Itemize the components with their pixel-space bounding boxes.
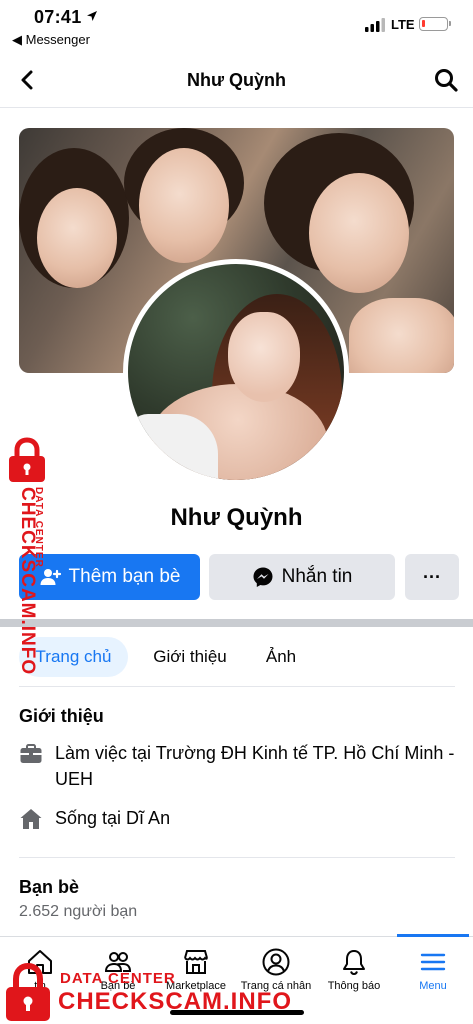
profile-icon <box>262 948 290 976</box>
watermark-side: CHECKSCAM.INFO DATA CENTER <box>2 437 52 675</box>
tabbar-label: Menu <box>419 980 447 992</box>
more-options-button[interactable]: ··· <box>405 554 459 600</box>
location-info-row[interactable]: Sống tại Dĩ An <box>19 805 459 833</box>
search-icon[interactable] <box>432 66 460 94</box>
work-info-text: Làm việc tại Trường ĐH Kinh tế TP. Hồ Ch… <box>55 743 455 789</box>
status-time: 07:41 <box>34 7 82 27</box>
section-divider <box>0 619 473 627</box>
status-bar: 07:41 ◀ Messenger LTE <box>0 0 473 52</box>
message-button[interactable]: Nhắn tin <box>209 554 395 600</box>
tabbar-label: Thông báo <box>327 980 381 992</box>
marketplace-icon <box>184 950 208 974</box>
watermark-sub-text: DATA CENTER <box>33 487 44 568</box>
location-arrow-icon <box>87 11 97 21</box>
page-title: Như Quỳnh <box>186 70 287 90</box>
tabbar-active-indicator <box>397 934 469 937</box>
divider <box>19 857 455 858</box>
friends-title: Bạn bè <box>19 877 80 897</box>
battery-icon <box>419 17 451 31</box>
menu-icon <box>420 953 446 971</box>
watermark-main-text: CHECKSCAM.INFO <box>58 988 292 1015</box>
briefcase-icon <box>20 744 42 763</box>
tabbar-item-menu[interactable]: Menu <box>397 937 469 1024</box>
cell-signal-icon <box>365 18 385 32</box>
more-label: ··· <box>423 566 441 587</box>
work-info-row[interactable]: Làm việc tại Trường ĐH Kinh tế TP. Hồ Ch… <box>19 740 459 794</box>
intro-title: Giới thiệu <box>19 706 104 726</box>
lock-icon <box>6 962 50 1021</box>
profile-picture[interactable] <box>123 259 349 485</box>
tab-about[interactable]: Giới thiệu <box>140 637 240 677</box>
message-label: Nhắn tin <box>281 566 353 587</box>
back-to-messenger-link[interactable]: ◀ Messenger <box>12 32 90 48</box>
tab-photos[interactable]: Ảnh <box>252 637 310 677</box>
network-type: LTE <box>391 17 415 32</box>
divider <box>19 686 455 687</box>
tabbar-item-notifications[interactable]: Thông báo <box>318 937 390 1024</box>
house-icon <box>20 809 42 829</box>
location-info-text: Sống tại Dĩ An <box>55 808 171 828</box>
watermark-sub-text: DATA CENTER <box>60 970 176 987</box>
friends-count: 2.652 người bạn <box>19 903 138 920</box>
nav-header: Như Quỳnh <box>0 52 473 108</box>
bell-icon <box>343 950 365 976</box>
profile-name: Như Quỳnh <box>170 504 303 531</box>
lock-icon <box>9 437 45 482</box>
add-friend-label: Thêm bạn bè <box>68 566 181 587</box>
messenger-icon <box>253 567 273 587</box>
